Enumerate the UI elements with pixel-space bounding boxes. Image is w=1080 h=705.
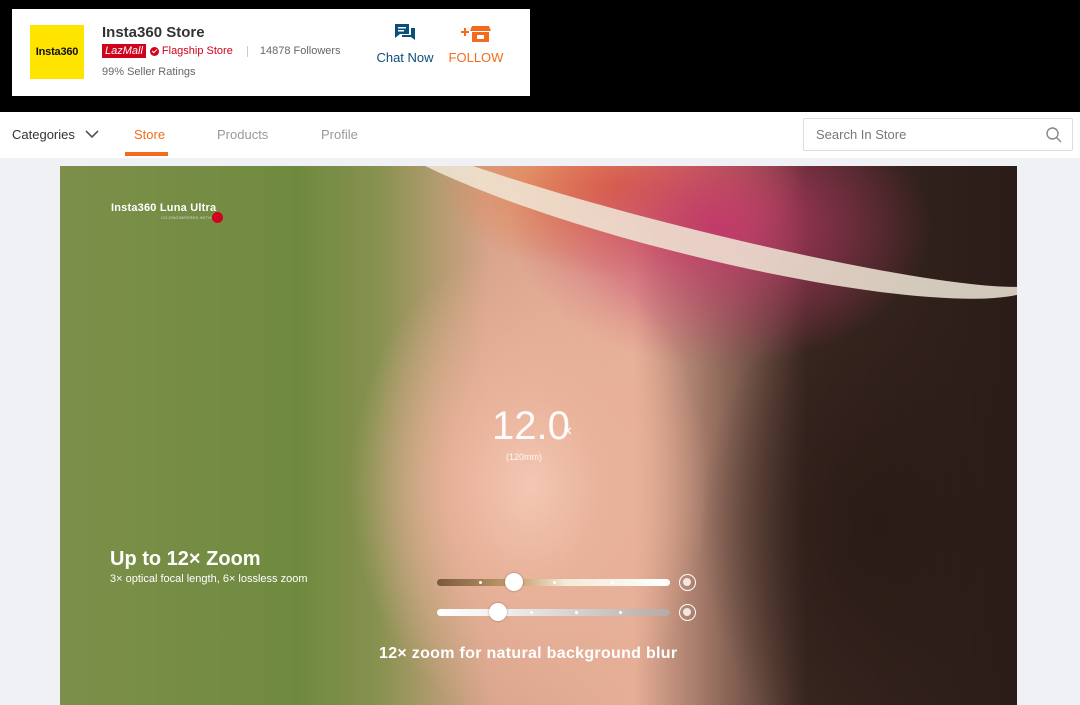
lazmall-badge: LazMall: [102, 44, 146, 58]
follow-button[interactable]: FOLLOW: [446, 23, 506, 65]
tab-products[interactable]: Products: [217, 127, 268, 142]
search-input[interactable]: [804, 119, 1039, 150]
slider-dot: [479, 581, 482, 584]
zoom-slider: [437, 573, 670, 591]
slider-dot: [530, 611, 533, 614]
store-logo-text: Insta360: [35, 46, 79, 58]
seller-ratings: 99% Seller Ratings: [102, 66, 196, 78]
store-card: Insta360 Insta360 Store LazMall Flagship…: [12, 9, 530, 96]
divider: [246, 45, 248, 57]
store-badges: LazMall Flagship Store 14878 Followers: [102, 44, 341, 58]
follow-label: FOLLOW: [448, 50, 504, 65]
portrait-icon: [679, 574, 696, 591]
chat-now-button[interactable]: Chat Now: [372, 23, 438, 65]
blur-slider-thumb: [489, 603, 507, 621]
zoom-readout: 12.0: [492, 404, 570, 448]
brand-subtitle: CO-ENGINEERED WITH: [161, 215, 212, 220]
brand-logo: Insta360 Luna Ultra: [111, 202, 217, 214]
leica-icon: [212, 212, 223, 223]
zoom-unit: ×: [563, 423, 573, 440]
store-logo[interactable]: Insta360: [30, 25, 84, 79]
store-name[interactable]: Insta360 Store: [102, 24, 205, 41]
chevron-down-icon: [85, 130, 99, 139]
slider-dot: [553, 581, 556, 584]
banner-photo-hat: [345, 166, 1017, 339]
search-icon[interactable]: [1046, 127, 1062, 143]
tab-profile[interactable]: Profile: [321, 127, 358, 142]
banner-caption: 12× zoom for natural background blur: [379, 645, 678, 662]
followers-count: 14878 Followers: [259, 45, 341, 57]
blur-slider: [437, 603, 670, 621]
categories-dropdown[interactable]: Categories: [12, 127, 99, 142]
hero-banner[interactable]: Insta360 Luna Ultra CO-ENGINEERED WITH 1…: [60, 166, 1017, 705]
active-tab-indicator: [125, 152, 168, 156]
slider-dot: [575, 611, 578, 614]
banner-subline: 3× optical focal length, 6× lossless zoo…: [110, 573, 308, 585]
banner-headline: Up to 12× Zoom: [110, 548, 261, 570]
slider-dot: [619, 611, 622, 614]
focal-length: (120mm): [506, 452, 543, 462]
flagship-label: Flagship Store: [161, 45, 233, 57]
chat-now-label: Chat Now: [376, 50, 434, 65]
follow-store-icon: [461, 26, 491, 42]
chat-icon: [395, 24, 415, 40]
blur-icon: [679, 604, 696, 621]
store-search: [803, 118, 1073, 151]
tab-store[interactable]: Store: [134, 127, 165, 142]
check-icon: [149, 46, 159, 56]
zoom-slider-thumb: [505, 573, 523, 591]
categories-label: Categories: [12, 127, 75, 142]
slider-dot: [611, 581, 614, 584]
